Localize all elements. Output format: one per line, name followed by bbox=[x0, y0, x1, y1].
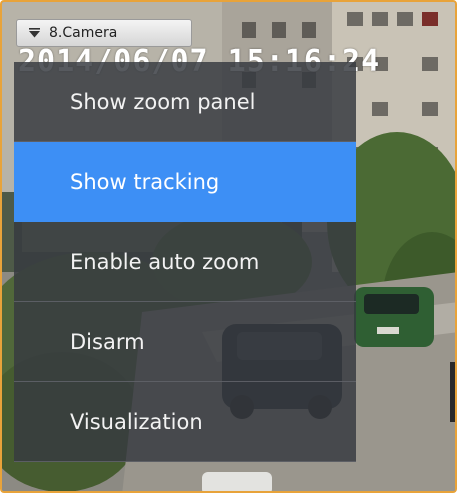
menu-item-visualization[interactable]: Visualization bbox=[14, 382, 356, 462]
camera-viewport[interactable]: 2014/06/07 15:16:24 8.Camera Show zoom p… bbox=[0, 0, 457, 493]
menu-item-show-zoom-panel[interactable]: Show zoom panel bbox=[14, 62, 356, 142]
menu-item-label: Visualization bbox=[70, 409, 203, 434]
camera-select-button[interactable]: 8.Camera bbox=[16, 19, 192, 47]
menu-item-label: Enable auto zoom bbox=[70, 249, 260, 274]
camera-select-label: 8.Camera bbox=[49, 25, 118, 41]
menu-item-show-tracking[interactable]: Show tracking bbox=[14, 142, 356, 222]
menu-item-label: Show zoom panel bbox=[70, 89, 256, 114]
camera-context-menu: Show zoom panel Show tracking Enable aut… bbox=[14, 62, 356, 462]
menu-item-enable-auto-zoom[interactable]: Enable auto zoom bbox=[14, 222, 356, 302]
menu-item-label: Disarm bbox=[70, 329, 145, 354]
dropdown-arrow-icon bbox=[29, 28, 40, 38]
menu-item-disarm[interactable]: Disarm bbox=[14, 302, 356, 382]
menu-item-label: Show tracking bbox=[70, 169, 220, 194]
